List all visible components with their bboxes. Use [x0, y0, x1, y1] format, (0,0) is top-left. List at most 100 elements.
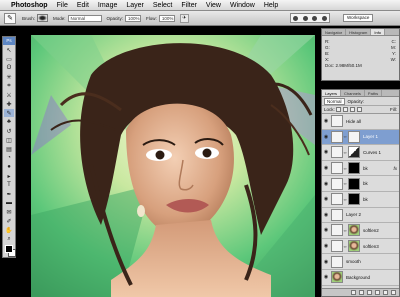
workspace-select[interactable]: Workspace — [343, 14, 374, 22]
eye-icon[interactable]: ◉ — [322, 134, 330, 140]
airbrush-icon[interactable]: ✈ — [179, 13, 189, 23]
notes-tool-icon[interactable]: ✉ — [4, 208, 14, 216]
eye-icon[interactable]: ◉ — [322, 181, 330, 187]
lock-pixels-icon[interactable] — [342, 107, 348, 112]
flow-field[interactable]: 100% — [158, 14, 175, 22]
eye-icon[interactable]: ◉ — [322, 259, 330, 265]
tab-channels[interactable]: Channels — [341, 90, 365, 96]
menu-help[interactable]: Help — [264, 0, 278, 11]
layer-mask-thumbnail[interactable] — [348, 177, 360, 190]
type-tool-icon[interactable]: T — [4, 181, 14, 189]
pen-tool-icon[interactable]: ✒ — [4, 190, 14, 198]
tab-navigator[interactable]: Navigator — [322, 29, 347, 35]
layer-mask-thumbnail[interactable] — [348, 146, 360, 159]
dodge-tool-icon[interactable]: ● — [4, 163, 14, 171]
path-select-tool-icon[interactable]: ▸ — [4, 172, 14, 180]
trash-icon[interactable] — [391, 290, 396, 295]
mask-link-icon[interactable]: ∞ — [343, 150, 347, 155]
brush-tool-preset-icon[interactable]: ✎ — [4, 12, 16, 24]
lasso-tool-icon[interactable]: ʘ — [4, 64, 14, 72]
blend-mode-select[interactable]: Normal — [324, 97, 345, 105]
eye-icon[interactable]: ◉ — [322, 165, 330, 171]
menu-edit[interactable]: Edit — [77, 0, 89, 11]
new-layer-icon[interactable] — [383, 290, 388, 295]
mask-link-icon[interactable]: ∞ — [343, 134, 347, 139]
layer-mask-thumbnail[interactable] — [348, 162, 360, 175]
mask-link-icon[interactable]: ∞ — [343, 197, 347, 202]
link-layers-icon[interactable] — [351, 290, 356, 295]
brush-tool-icon[interactable]: ✎ — [4, 109, 14, 117]
stamp-tool-icon[interactable]: ♣ — [4, 118, 14, 126]
magic-wand-tool-icon[interactable]: ✳ — [4, 73, 14, 81]
foreground-color[interactable] — [5, 245, 13, 253]
shape-tool-icon[interactable]: ▬ — [4, 199, 14, 207]
layer-row[interactable]: ◉ Layer 2 — [322, 207, 399, 224]
layer-opacity-label: Opacity: — [347, 98, 365, 104]
layer-row[interactable]: ◉ ∞ Layer 1 — [322, 129, 399, 146]
blur-tool-icon[interactable]: ◔ — [4, 154, 14, 162]
new-group-icon[interactable] — [375, 290, 380, 295]
menu-image[interactable]: Image — [98, 0, 117, 11]
add-mask-icon[interactable] — [367, 290, 372, 295]
menu-select[interactable]: Select — [153, 0, 172, 11]
document-canvas[interactable] — [31, 35, 315, 297]
lock-position-icon[interactable] — [349, 107, 355, 112]
layer-row[interactable]: ◉ ∞ bk fx — [322, 160, 399, 177]
layer-row[interactable]: ◉ ∞ Curves 1 — [322, 145, 399, 161]
eye-icon[interactable]: ◉ — [322, 274, 330, 280]
eye-icon[interactable]: ◉ — [322, 243, 330, 249]
menu-file[interactable]: File — [57, 0, 68, 11]
layer-thumbnail — [331, 271, 343, 284]
add-style-icon[interactable] — [359, 290, 364, 295]
move-tool-icon[interactable]: ↖ — [4, 46, 14, 54]
flow-label: Flow: — [146, 15, 157, 21]
mask-link-icon[interactable]: ∞ — [343, 181, 347, 186]
tab-layers[interactable]: Layers — [322, 90, 342, 96]
layer-row[interactable]: ◉ Hide all — [322, 114, 399, 130]
mask-link-icon[interactable]: ∞ — [343, 166, 347, 171]
healing-tool-icon[interactable]: ✚ — [4, 100, 14, 108]
eye-icon[interactable]: ◉ — [322, 149, 330, 155]
zoom-tool-icon[interactable]: ⌕ — [4, 235, 14, 243]
menu-window[interactable]: Window — [230, 0, 255, 11]
eye-icon[interactable]: ◉ — [322, 227, 330, 233]
brush-picker[interactable] — [37, 14, 49, 22]
eraser-tool-icon[interactable]: ◫ — [4, 136, 14, 144]
menu-app-photoshop[interactable]: Photoshop — [11, 0, 48, 11]
layer-effects-icon[interactable]: fx — [393, 166, 397, 171]
hand-tool-icon[interactable]: ✋ — [4, 226, 14, 234]
layer-name: softlen2 — [363, 227, 379, 233]
brushes-palette-well[interactable] — [290, 13, 330, 23]
lock-transparency-icon[interactable] — [335, 107, 341, 112]
opacity-field[interactable]: 100% — [125, 14, 142, 22]
mask-link-icon[interactable]: ∞ — [343, 244, 347, 249]
tab-paths[interactable]: Paths — [365, 90, 383, 96]
history-brush-tool-icon[interactable]: ↺ — [4, 127, 14, 135]
marquee-tool-icon[interactable]: ▭ — [4, 55, 14, 63]
crop-tool-icon[interactable]: ⌗ — [4, 82, 14, 90]
mask-link-icon[interactable]: ∞ — [343, 228, 347, 233]
eye-icon[interactable]: ◉ — [322, 212, 330, 218]
lock-all-icon[interactable] — [356, 107, 362, 112]
layer-mask-thumbnail[interactable] — [348, 193, 360, 206]
eye-icon[interactable]: ◉ — [322, 196, 330, 202]
layer-mask-thumbnail[interactable] — [348, 224, 360, 237]
menu-view[interactable]: View — [206, 0, 221, 11]
layer-row[interactable]: ◉ ∞ softlen2 — [322, 223, 399, 239]
eyedropper-tool-icon[interactable]: ✐ — [4, 217, 14, 225]
layer-row[interactable]: ◉ ∞ softlen3 — [322, 238, 399, 255]
layer-row[interactable]: ◉ Background — [322, 269, 399, 286]
layer-row[interactable]: ◉ ∞ bk — [322, 191, 399, 208]
tab-info[interactable]: Info — [371, 29, 386, 35]
menu-filter[interactable]: Filter — [181, 0, 197, 11]
tab-histogram[interactable]: Histogram — [346, 29, 372, 35]
gradient-tool-icon[interactable]: ▤ — [4, 145, 14, 153]
layer-mask-thumbnail[interactable] — [348, 130, 360, 143]
menu-layer[interactable]: Layer — [126, 0, 144, 11]
layer-row[interactable]: ◉ smooth — [322, 254, 399, 270]
eye-icon[interactable]: ◉ — [322, 118, 330, 124]
mode-select[interactable]: Normal — [67, 14, 102, 22]
layer-mask-thumbnail[interactable] — [348, 240, 360, 253]
slice-tool-icon[interactable]: ⚔ — [4, 91, 14, 99]
layer-row[interactable]: ◉ ∞ bk — [322, 176, 399, 192]
